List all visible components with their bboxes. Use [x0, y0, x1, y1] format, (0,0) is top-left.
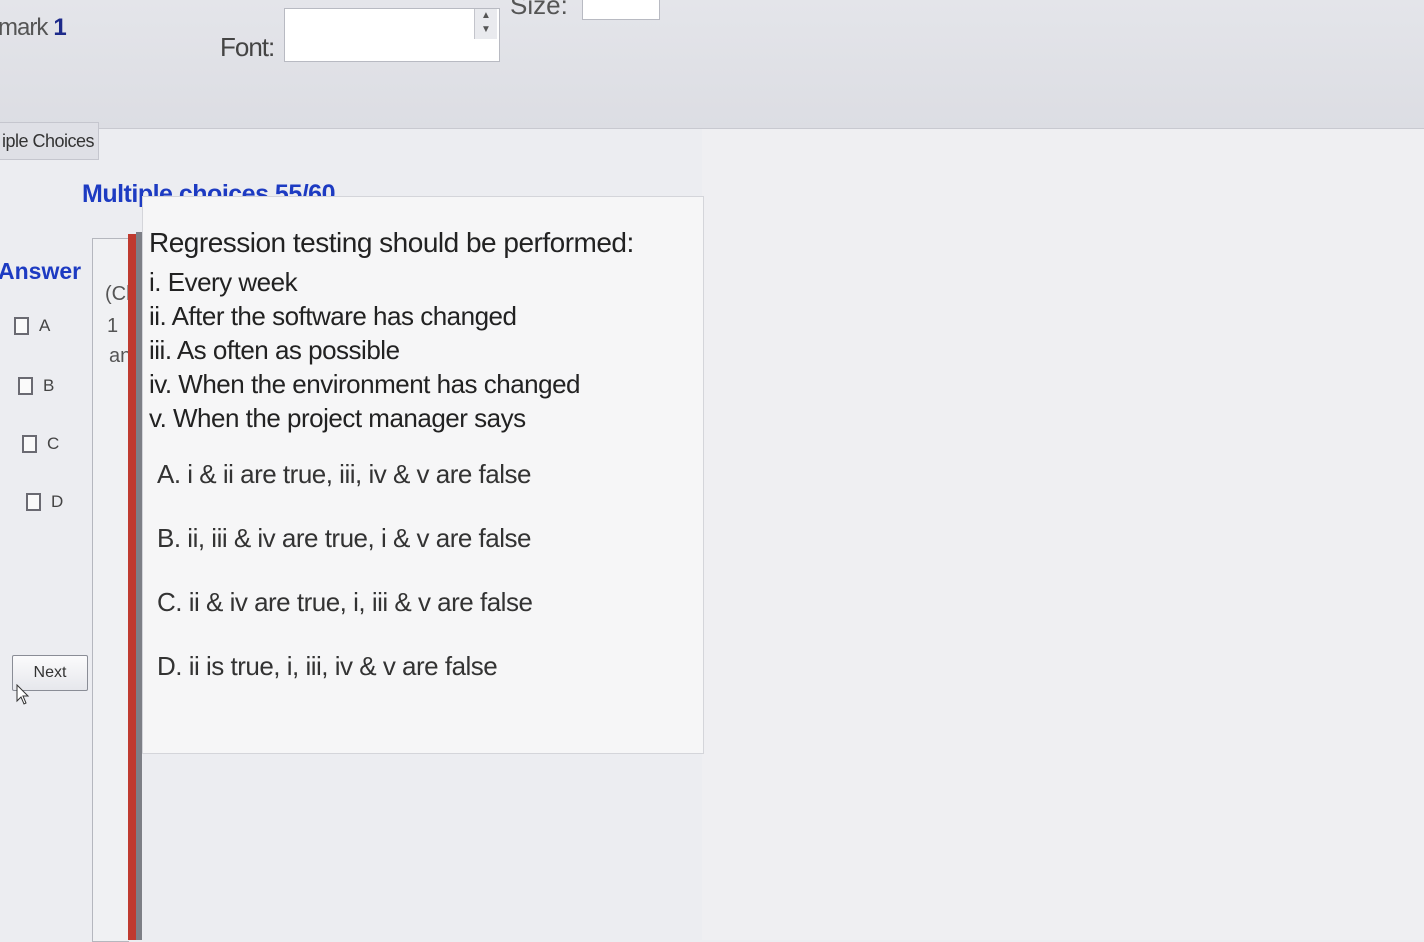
side-fragment: (Cl — [105, 283, 131, 305]
font-label: Font: — [220, 32, 275, 62]
size-label: Size: — [510, 0, 568, 20]
statement-item: v. When the project manager says — [149, 403, 526, 433]
mark-indicator: mark 1 — [0, 14, 67, 42]
answer-choice-b[interactable]: B — [18, 376, 54, 396]
divider-red — [128, 234, 136, 940]
choice-b-label: B — [43, 376, 55, 395]
statement-item: i. Every week — [149, 267, 298, 297]
checkbox-d[interactable] — [26, 493, 41, 511]
option-b: B. ii, iii & iv are true, i & v are fals… — [157, 523, 531, 553]
toolbar: mark 1 Font: ▲ ▼ Size: — [0, 0, 1424, 129]
mark-value: 1 — [53, 14, 66, 41]
mouse-cursor-icon — [16, 684, 30, 705]
side-fragment: 1 — [107, 315, 119, 337]
content-background — [702, 128, 1424, 940]
checkbox-b[interactable] — [18, 377, 33, 395]
tab-multiple-choices[interactable]: iple Choices — [0, 122, 99, 160]
option-c: C. ii & iv are true, i, iii & v are fals… — [157, 587, 533, 617]
side-panel: (Cl 1 an — [92, 238, 131, 942]
checkbox-a[interactable] — [14, 317, 29, 335]
statement-item: iv. When the environment has changed — [149, 369, 581, 399]
answer-label: Answer — [0, 258, 82, 284]
choice-a-label: A — [39, 316, 51, 335]
question-title: Regression testing should be performed: — [149, 227, 634, 258]
choice-c-label: C — [47, 434, 60, 453]
answer-choice-a[interactable]: A — [14, 316, 50, 336]
checkbox-c[interactable] — [22, 435, 37, 453]
option-d: D. ii is true, i, iii, iv & v are false — [157, 651, 498, 681]
mark-label: mark — [0, 14, 48, 41]
statement-item: ii. After the software has changed — [149, 301, 517, 331]
spinner-icon[interactable]: ▲ ▼ — [474, 9, 497, 39]
size-input[interactable] — [582, 0, 660, 20]
answer-choice-c[interactable]: C — [22, 434, 59, 454]
choice-d-label: D — [51, 492, 64, 511]
statement-item: iii. As often as possible — [149, 335, 400, 365]
font-select[interactable]: ▲ ▼ — [284, 8, 500, 62]
answer-choice-d[interactable]: D — [26, 492, 63, 512]
question-panel: Regression testing should be performed: … — [142, 196, 704, 754]
option-a: A. i & ii are true, iii, iv & v are fals… — [157, 459, 531, 489]
